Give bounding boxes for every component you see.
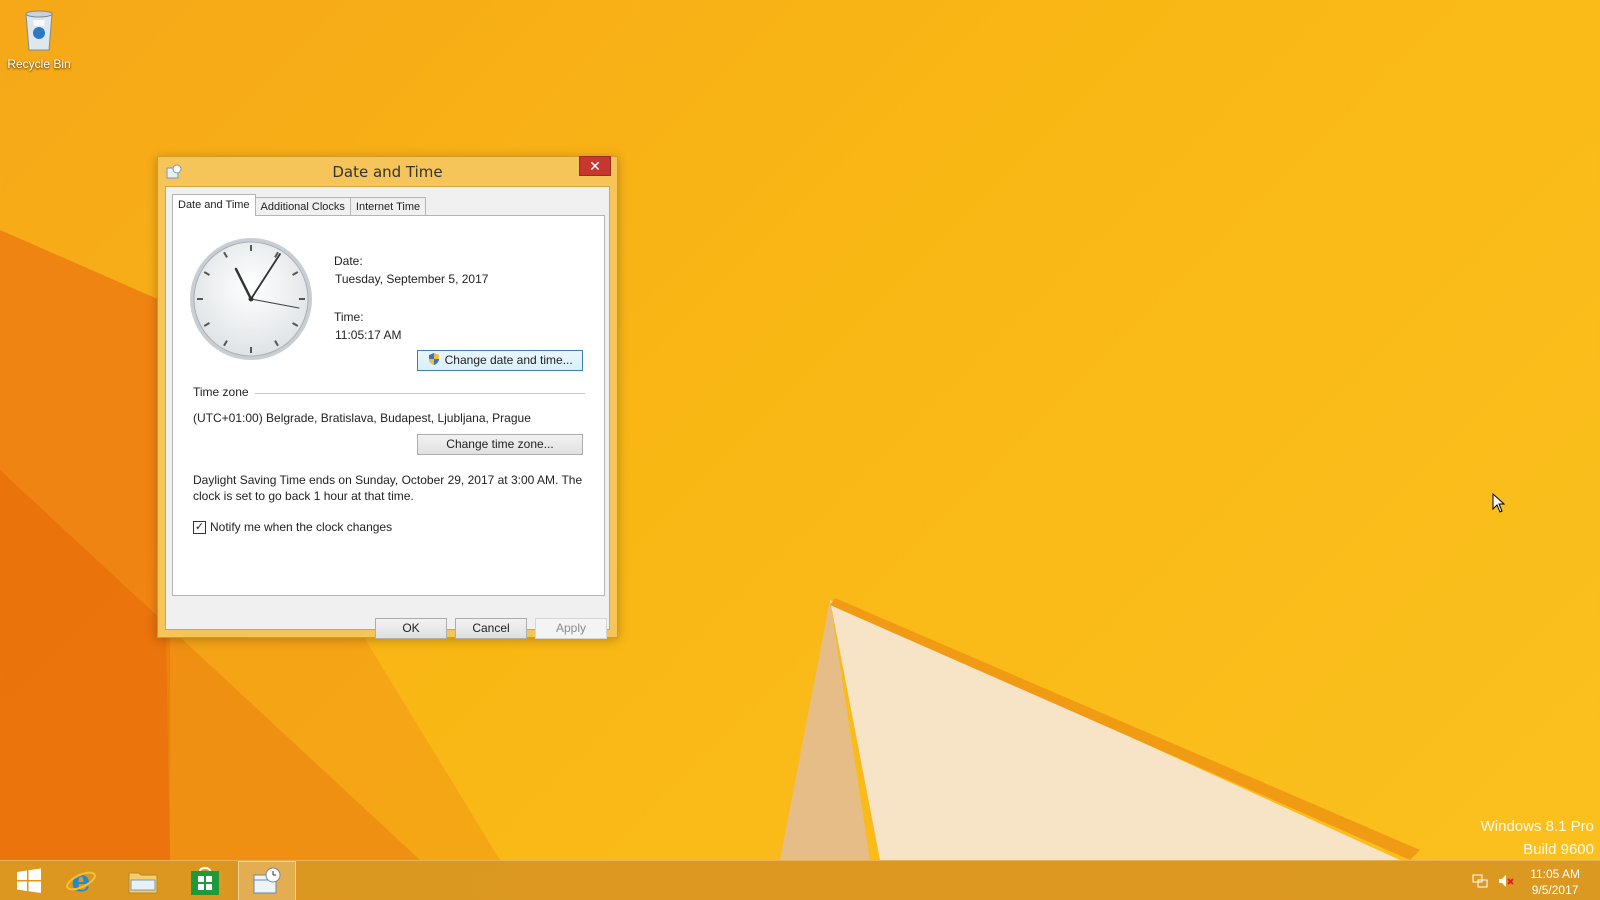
- taskbar-date-and-time[interactable]: [238, 861, 296, 900]
- dialog-body: Date and Time Additional Clocks Internet…: [165, 186, 610, 639]
- date-and-time-dialog: Date and Time ✕ Date and Time Additional…: [157, 156, 618, 639]
- ok-button[interactable]: OK: [375, 618, 447, 639]
- notify-checkbox[interactable]: ✓: [193, 521, 206, 534]
- taskbar-file-explorer[interactable]: [114, 861, 172, 900]
- date-time-app-icon: [253, 867, 281, 894]
- tab-additional-clocks[interactable]: Additional Clocks: [254, 197, 351, 216]
- windows-logo-icon: [17, 868, 41, 893]
- svg-text:e: e: [71, 865, 90, 897]
- dst-notice-line-1: Daylight Saving Time ends on Sunday, Oct…: [193, 473, 583, 487]
- uac-shield-icon: [429, 353, 440, 365]
- tab-strip: Date and Time Additional Clocks Internet…: [172, 194, 427, 216]
- time-zone-divider: [255, 393, 585, 394]
- dst-notice-line-2: clock is set to go back 1 hour at that t…: [193, 489, 414, 503]
- date-label: Date:: [334, 254, 363, 268]
- change-date-and-time-label: Change date and time...: [444, 353, 573, 367]
- tab-date-and-time[interactable]: Date and Time: [172, 194, 256, 216]
- taskbar-store[interactable]: [176, 861, 234, 900]
- taskbar-clock-time: 11:05 AM: [1530, 867, 1580, 881]
- recycle-bin-icon: [25, 10, 53, 51]
- close-button[interactable]: ✕: [579, 156, 611, 176]
- network-icon[interactable]: [1472, 874, 1488, 888]
- internet-explorer-icon: e: [66, 865, 96, 897]
- windows-build-watermark: Windows 8.1 Pro Build 9600: [1481, 815, 1594, 861]
- store-icon: [191, 867, 219, 895]
- folder-icon: [128, 872, 158, 894]
- apply-button[interactable]: Apply: [535, 618, 607, 639]
- cancel-button[interactable]: Cancel: [455, 618, 527, 639]
- change-time-zone-button[interactable]: Change time zone...: [417, 434, 583, 455]
- tab-panel: Date: Tuesday, September 5, 2017 Time: 1…: [172, 215, 605, 596]
- window-title: Date and Time: [332, 163, 443, 181]
- tab-internet-time[interactable]: Internet Time: [349, 197, 427, 216]
- time-label: Time:: [334, 310, 364, 324]
- start-button[interactable]: [0, 861, 58, 900]
- time-value: 11:05:17 AM: [335, 328, 402, 342]
- taskbar-clock-date: 9/5/2017: [1531, 883, 1579, 897]
- notify-checkbox-label[interactable]: Notify me when the clock changes: [210, 520, 392, 534]
- taskbar-internet-explorer[interactable]: e: [52, 861, 110, 900]
- mouse-cursor-icon: [1492, 493, 1506, 513]
- taskbar: e 11:05 AM 9/5/2017: [0, 860, 1600, 900]
- time-zone-value: (UTC+01:00) Belgrade, Bratislava, Budape…: [193, 411, 531, 425]
- change-date-and-time-button[interactable]: Change date and time...: [417, 350, 583, 371]
- analog-clock: [190, 238, 312, 360]
- recycle-bin-shortcut[interactable]: Recycle Bin: [4, 6, 74, 71]
- watermark-edition: Windows 8.1 Pro: [1480, 818, 1594, 835]
- date-value: Tuesday, September 5, 2017: [335, 272, 489, 286]
- volume-muted-icon[interactable]: [1498, 874, 1514, 888]
- watermark-build: Build 9600: [1523, 841, 1594, 858]
- recycle-bin-label: Recycle Bin: [7, 57, 71, 71]
- title-bar[interactable]: Date and Time ✕: [158, 156, 617, 187]
- taskbar-clock[interactable]: 11:05 AM 9/5/2017: [1530, 866, 1580, 898]
- time-zone-header: Time zone: [193, 385, 249, 399]
